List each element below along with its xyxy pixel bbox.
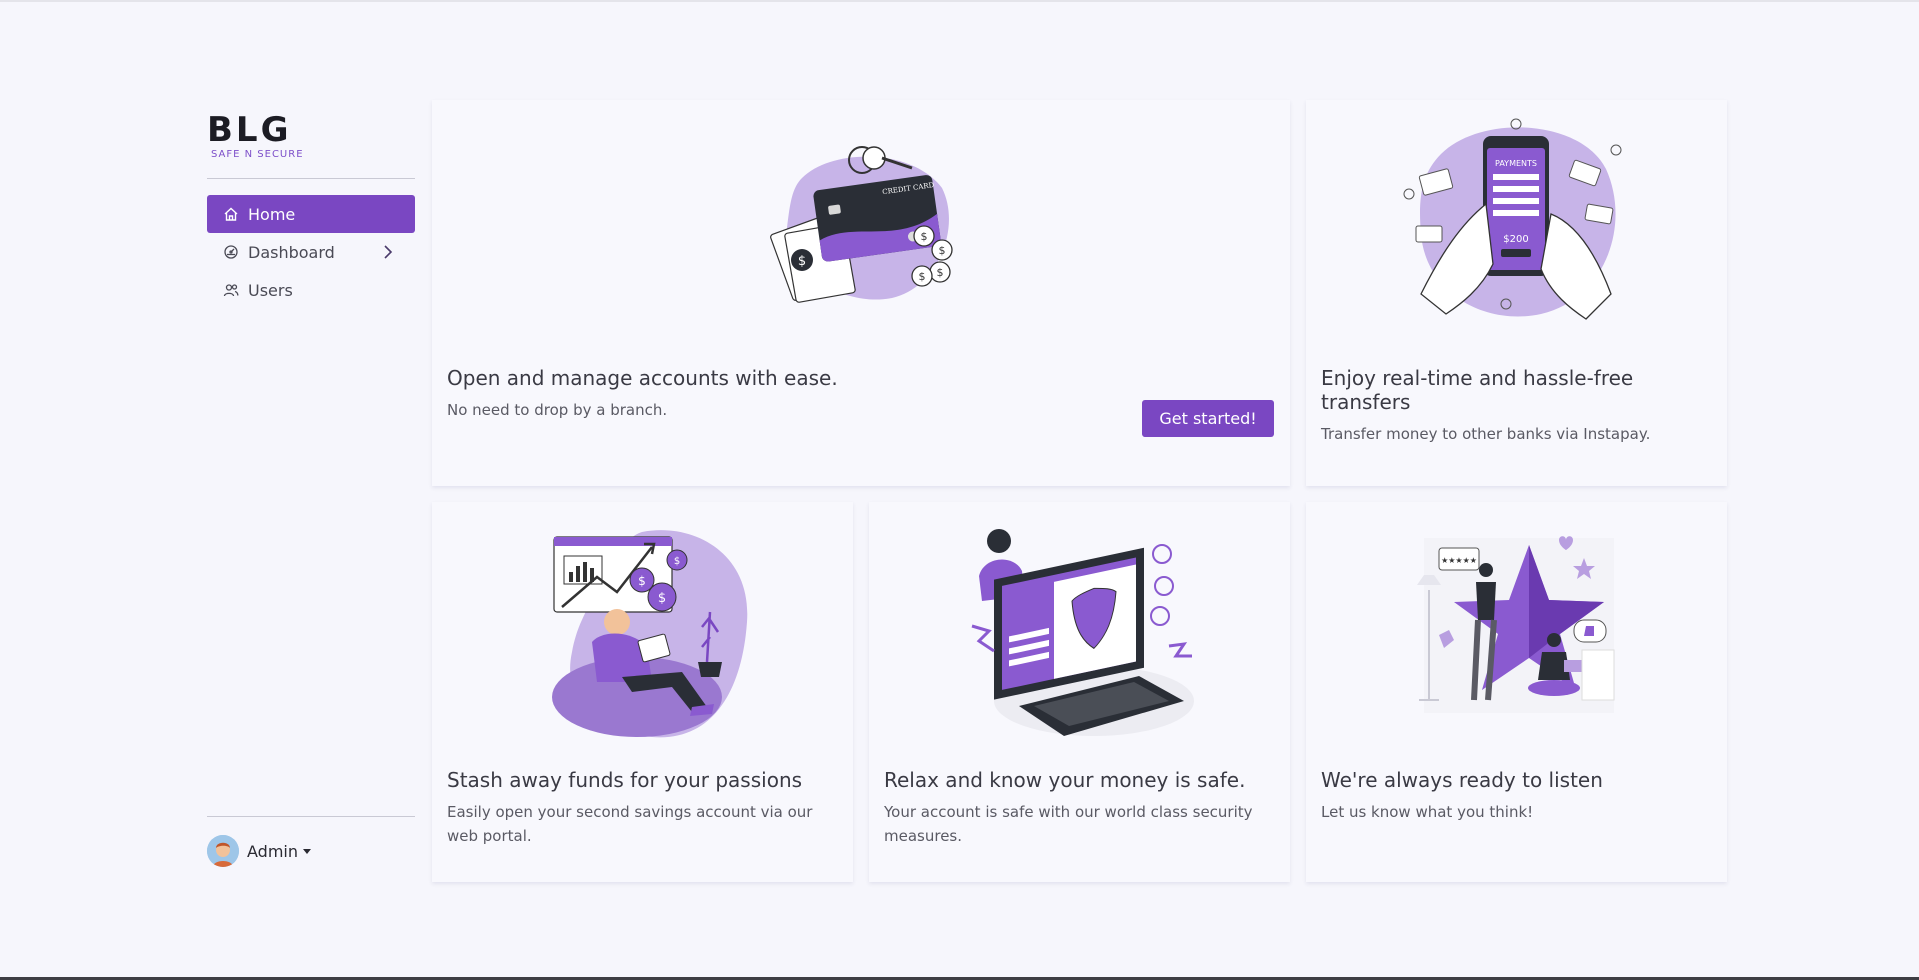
card-title: Enjoy real-time and hassle-free transfer… (1321, 366, 1634, 414)
user-name: Admin (247, 841, 298, 861)
card-accounts: CREDIT CARD $ $ $ $ $ Open and manage accou… (432, 100, 1290, 486)
logo-tagline: SAFE N SECURE (211, 149, 304, 160)
avatar (207, 835, 239, 867)
card-title: We're always ready to listen (1321, 768, 1603, 792)
svg-text:$: $ (919, 270, 926, 283)
card-feedback: ★★★★★ We're always ready to listen Let u… (1306, 502, 1727, 882)
feedback-illustration: ★★★★★ (1417, 536, 1615, 713)
svg-text:★★★★★: ★★★★★ (1441, 556, 1477, 565)
caret-down-icon (303, 848, 311, 854)
savings-illustration: $ $ $ (552, 530, 748, 738)
card-title: Stash away funds for your passions (447, 768, 803, 792)
security-illustration (971, 529, 1194, 736)
card-savings: $ $ $ Stash away funds for your passions… (432, 502, 853, 882)
card-transfers: PAYMENTS $200 Enjoy real-time and hassle… (1306, 100, 1727, 486)
card-title: Relax and know your money is safe. (884, 768, 1246, 792)
svg-text:$: $ (939, 244, 946, 257)
svg-text:$: $ (798, 254, 806, 269)
svg-text:$200: $200 (1503, 234, 1528, 245)
card-subtitle: Transfer money to other banks via Instap… (1321, 425, 1651, 443)
svg-text:$: $ (638, 574, 646, 588)
sidebar-item-dashboard[interactable]: Dashboard (207, 233, 415, 271)
sidebar-item-label: Home (248, 204, 296, 224)
sidebar-divider (207, 816, 415, 817)
card-security: Relax and know your money is safe. Your … (869, 502, 1290, 882)
avatar-image (207, 835, 239, 867)
dashboard-icon (224, 245, 238, 259)
payments-phone-illustration: PAYMENTS $200 (1403, 118, 1622, 320)
sidebar-item-label: Dashboard (248, 242, 335, 262)
svg-text:$: $ (658, 591, 666, 606)
sidebar-item-label: Users (248, 280, 293, 300)
chevron-right-icon[interactable] (379, 243, 397, 261)
logo-text: BLG (207, 110, 292, 150)
sidebar-item-home[interactable]: Home (207, 195, 415, 233)
top-border (0, 0, 1919, 2)
card-subtitle: Your account is safe with our world clas… (884, 803, 1253, 845)
card-title: Open and manage accounts with ease. (447, 366, 838, 390)
sidebar-item-users[interactable]: Users (207, 271, 415, 309)
svg-text:$: $ (937, 266, 944, 279)
home-icon (224, 207, 238, 221)
svg-text:$: $ (921, 230, 928, 243)
logo[interactable]: BLG SAFE N SECURE (207, 112, 315, 162)
card-subtitle: Let us know what you think! (1321, 803, 1534, 821)
credit-card-illustration: CREDIT CARD $ $$$$ (770, 146, 953, 303)
svg-text:PAYMENTS: PAYMENTS (1495, 159, 1537, 168)
card-subtitle: No need to drop by a branch. (447, 401, 668, 419)
sidebar-nav: Home Dashboard Users (207, 195, 415, 309)
get-started-button[interactable]: Get started! (1142, 400, 1274, 437)
user-menu[interactable]: Admin (207, 834, 311, 868)
svg-text:$: $ (674, 556, 680, 567)
sidebar-divider (207, 178, 415, 179)
card-subtitle: Easily open your second savings account … (447, 803, 813, 845)
users-icon (223, 284, 239, 297)
sidebar: BLG SAFE N SECURE Home Dashboard Users A… (207, 112, 415, 872)
